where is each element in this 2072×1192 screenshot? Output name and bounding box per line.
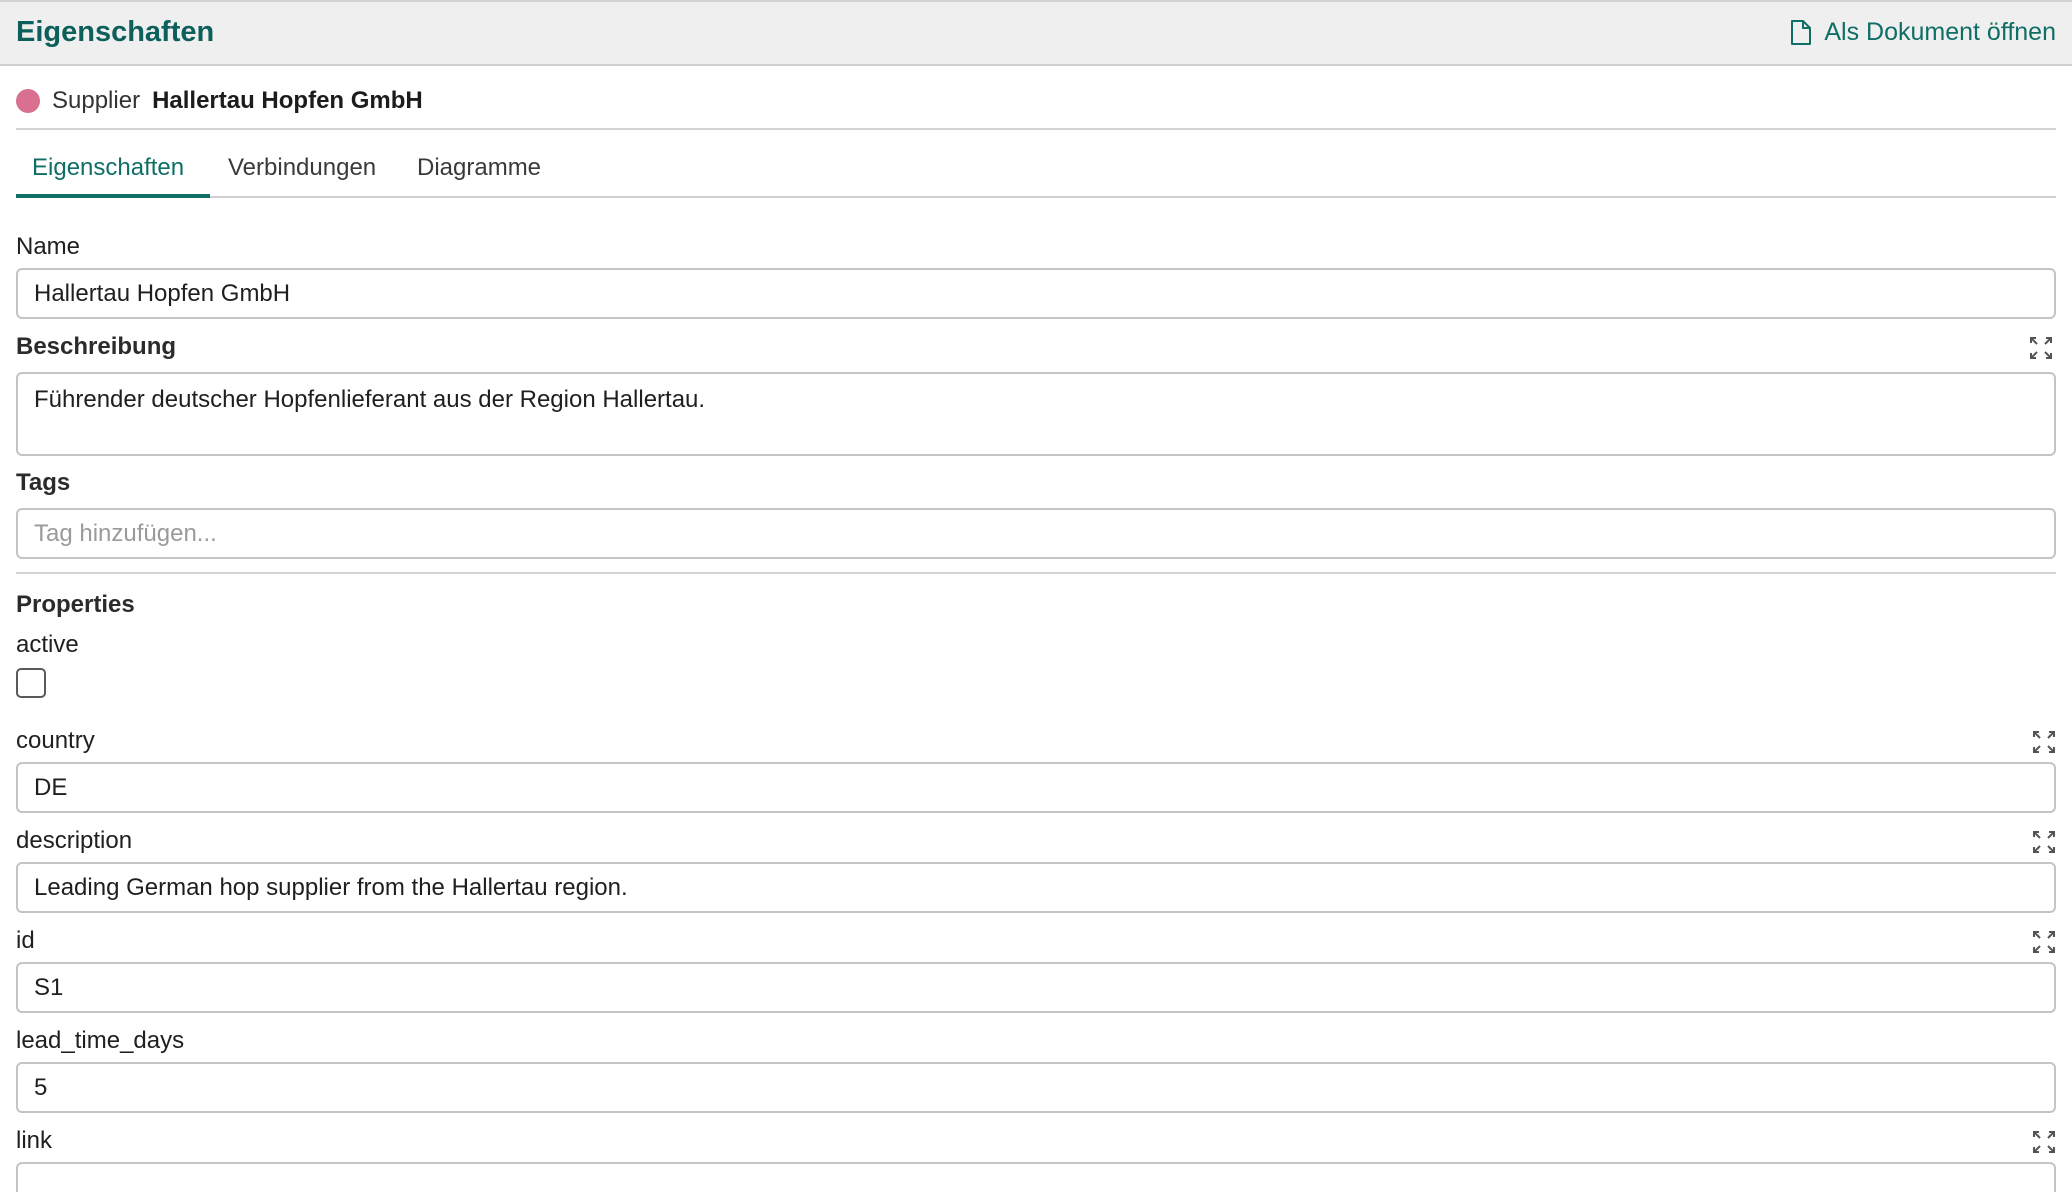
- active-checkbox[interactable]: [16, 668, 46, 698]
- properties-panel: Eigenschaften Als Dokument öffnen Suppli…: [0, 0, 2072, 1192]
- expand-icon[interactable]: [2030, 337, 2052, 359]
- tags-label: Tags: [16, 469, 71, 496]
- name-label: Name: [16, 233, 81, 260]
- entity-name: Hallertau Hopfen GmbH: [152, 87, 423, 114]
- country-label: country: [16, 727, 95, 754]
- tags-input[interactable]: Tag hinzufügen...: [16, 508, 2056, 559]
- active-tab-indicator: [16, 194, 210, 198]
- tab-eigenschaften[interactable]: Eigenschaften: [32, 154, 184, 196]
- open-as-document-button[interactable]: Als Dokument öffnen: [1790, 18, 2056, 47]
- active-label: active: [16, 631, 79, 658]
- beschreibung-textarea[interactable]: Führender deutscher Hopfenlieferant aus …: [16, 372, 2056, 456]
- id-label: id: [16, 927, 35, 954]
- panel-title: Eigenschaften: [16, 16, 215, 48]
- properties-heading: Properties: [16, 591, 135, 618]
- expand-icon[interactable]: [2033, 731, 2055, 753]
- expand-icon[interactable]: [2033, 1131, 2055, 1153]
- expand-icon[interactable]: [2033, 931, 2055, 953]
- properties-divider: [16, 572, 2056, 574]
- name-input[interactable]: Hallertau Hopfen GmbH: [16, 268, 2056, 319]
- entity-divider: [16, 128, 2056, 130]
- document-icon: [1790, 19, 1812, 46]
- link-label: link: [16, 1127, 53, 1154]
- link-input[interactable]: [16, 1162, 2056, 1192]
- tab-bar: Eigenschaften Verbindungen Diagramme: [16, 146, 2056, 198]
- expand-icon[interactable]: [2033, 831, 2055, 853]
- lead-time-days-label: lead_time_days: [16, 1027, 185, 1054]
- description-input[interactable]: Leading German hop supplier from the Hal…: [16, 862, 2056, 913]
- id-input[interactable]: S1: [16, 962, 2056, 1013]
- lead-time-days-input[interactable]: 5: [16, 1062, 2056, 1113]
- beschreibung-label: Beschreibung: [16, 333, 177, 360]
- entity-type-dot: [16, 89, 40, 113]
- description-label: description: [16, 827, 133, 854]
- entity-summary: Supplier Hallertau Hopfen GmbH: [16, 84, 423, 118]
- entity-type-label: Supplier: [52, 87, 141, 114]
- country-input[interactable]: DE: [16, 762, 2056, 813]
- panel-header: Eigenschaften Als Dokument öffnen: [0, 0, 2072, 66]
- tab-verbindungen[interactable]: Verbindungen: [228, 154, 376, 196]
- tab-diagramme[interactable]: Diagramme: [417, 154, 541, 196]
- open-as-document-label: Als Dokument öffnen: [1824, 18, 2056, 46]
